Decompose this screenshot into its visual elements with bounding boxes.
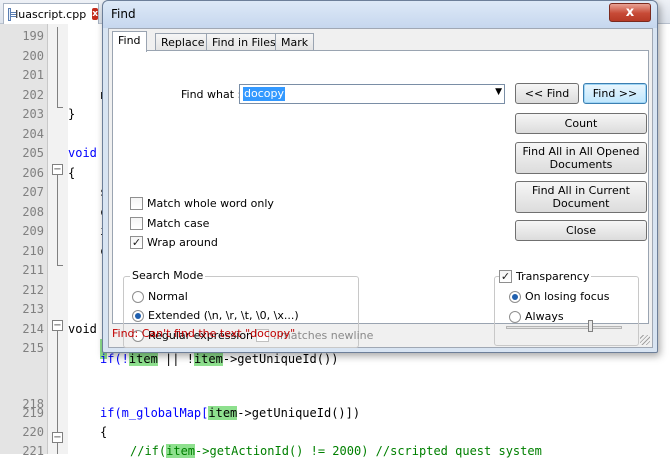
code-line: 221//if(item->getActionId() != 2000) //s…: [22, 444, 542, 458]
tab-find[interactable]: Find: [112, 31, 147, 52]
find-all-current-button[interactable]: Find All in Current Document: [515, 181, 647, 213]
radio-icon[interactable]: [132, 290, 144, 303]
chevron-down-icon[interactable]: ▼: [495, 87, 502, 97]
count-button[interactable]: Count: [515, 113, 647, 134]
find-what-label: Find what :: [181, 88, 242, 101]
close-button[interactable]: Close: [515, 220, 647, 241]
dialog-titlebar[interactable]: Find x: [103, 1, 657, 28]
fold-guide: [57, 27, 58, 105]
fold-end-marker: [57, 258, 63, 266]
find-all-opened-button[interactable]: Find All in All Opened Documents: [515, 142, 647, 174]
wrap-around-checkbox[interactable]: ✓ Wrap around: [130, 236, 218, 249]
resize-grip-icon[interactable]: [640, 335, 650, 345]
checkbox-label: Match case: [147, 217, 210, 230]
fold-toggle-icon[interactable]: −: [52, 164, 63, 175]
radio-selected-icon[interactable]: [132, 309, 144, 322]
find-dialog: Find x Find Replace Find in Files Mark F…: [102, 0, 658, 353]
tab-label: luascript.cpp: [15, 7, 87, 21]
dialog-title: Find: [111, 7, 136, 21]
code-line: 220{: [22, 425, 108, 439]
checkbox-box[interactable]: [130, 197, 143, 210]
radio-label: Extended (\n, \r, \t, \0, \x...): [148, 309, 299, 322]
tab-luascript-cpp[interactable]: luascript.cpp x: [3, 3, 99, 24]
match-case-checkbox[interactable]: Match case: [130, 217, 209, 230]
fold-end-marker: [57, 100, 63, 108]
find-what-combobox[interactable]: docopy ▼: [239, 84, 505, 104]
tab-mark[interactable]: Mark: [275, 33, 315, 51]
find-tab-panel: Find what : docopy ▼ << Find Find >> Cou…: [112, 50, 649, 348]
checkbox-label: Wrap around: [147, 236, 218, 249]
checkbox-label: Match whole word only: [147, 197, 274, 210]
find-previous-button[interactable]: << Find: [515, 83, 579, 104]
dialog-client: Find Replace Find in Files Mark Find wha…: [108, 28, 653, 348]
code-line: 219 if(m_globalMap[item->getUniqueId()]): [22, 406, 361, 420]
search-mode-extended-radio[interactable]: Extended (\n, \r, \t, \0, \x...): [132, 309, 299, 322]
close-tab-icon[interactable]: x: [92, 8, 98, 20]
code-line: 217: [0, 368, 670, 388]
fold-toggle-icon[interactable]: −: [52, 432, 63, 443]
fold-guide: [57, 175, 58, 265]
file-icon: [8, 7, 17, 21]
fold-toggle-icon[interactable]: −: [52, 320, 63, 331]
tab-replace[interactable]: Replace: [155, 33, 211, 51]
transparency-slider-track[interactable]: [506, 326, 622, 329]
check-icon[interactable]: ✓: [130, 236, 143, 249]
search-mode-normal-radio[interactable]: Normal: [132, 290, 188, 303]
tab-find-in-files[interactable]: Find in Files: [206, 33, 282, 51]
find-what-value[interactable]: docopy: [243, 87, 285, 101]
radio-label: Normal: [148, 290, 188, 303]
find-next-button[interactable]: Find >>: [583, 83, 647, 104]
transparency-slider-thumb[interactable]: [587, 320, 593, 332]
search-mode-title: Search Mode: [130, 269, 206, 282]
close-icon[interactable]: x: [609, 3, 651, 22]
transparency-slider-area: [494, 276, 639, 346]
checkbox-box[interactable]: [130, 217, 143, 230]
status-message: Find: Can't find the text "docopy": [112, 327, 296, 340]
match-whole-word-checkbox[interactable]: Match whole word only: [130, 197, 274, 210]
